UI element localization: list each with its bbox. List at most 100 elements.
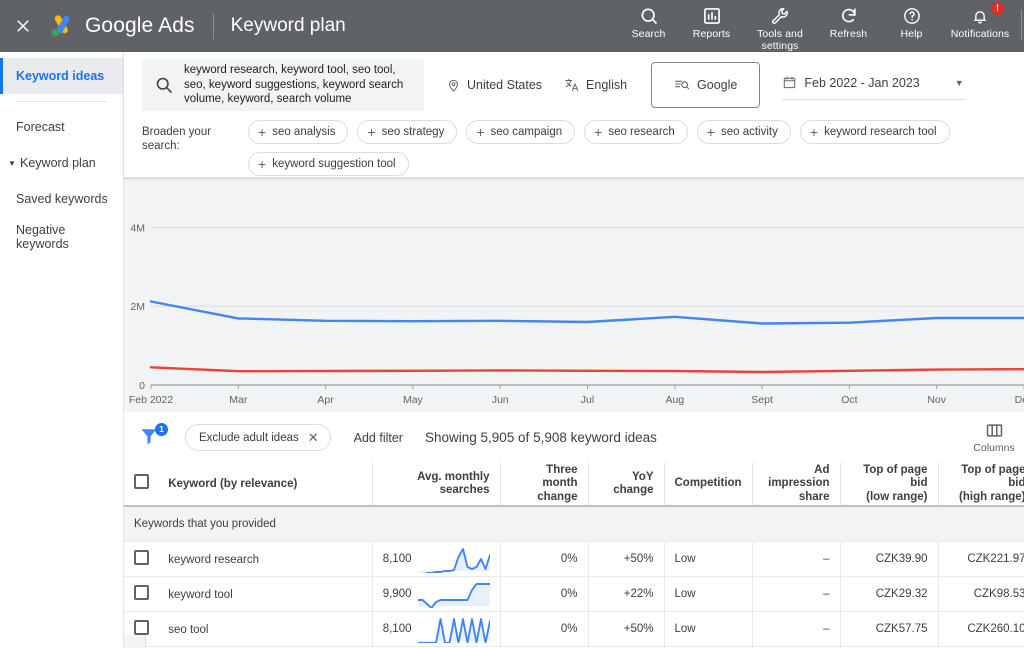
topbar-notifications-label: Notifications bbox=[950, 28, 1010, 40]
exclude-adult-ideas-label: Exclude adult ideas bbox=[199, 431, 299, 444]
table-row[interactable]: seo tool 8,100 0% +50% Low – CZK57.75 CZ… bbox=[124, 611, 1024, 647]
select-all-checkbox[interactable] bbox=[134, 474, 149, 490]
col-yoy-change-label: YoY change bbox=[613, 470, 654, 497]
results-count-text: Showing 5,905 of 5,908 keyword ideas bbox=[424, 430, 657, 445]
table-row[interactable]: keyword tool 9,900 0% +22% Low – CZK29.3… bbox=[124, 576, 1024, 612]
broaden-chip[interactable]: + seo research bbox=[584, 120, 688, 144]
sidebar-item-label: Keyword plan bbox=[20, 156, 96, 170]
add-filter-button[interactable]: Add filter bbox=[354, 431, 403, 445]
sidebar-item-keyword-ideas[interactable]: Keyword ideas bbox=[0, 58, 123, 94]
col-yoy-change[interactable]: YoY change bbox=[588, 463, 665, 507]
col-keyword[interactable]: Keyword (by relevance) bbox=[124, 463, 373, 507]
sidebar-divider bbox=[16, 101, 107, 102]
cell-avg-monthly-searches-value: 8,100 bbox=[382, 552, 412, 565]
cell-ad-impression-share: – bbox=[752, 611, 841, 647]
date-range-selector[interactable]: Feb 2022 - Jan 2023 ▼ bbox=[782, 70, 966, 100]
chevron-down-icon: ▼ bbox=[954, 77, 964, 88]
broaden-chip[interactable]: + seo activity bbox=[696, 120, 791, 144]
topbar-help-button[interactable]: Help bbox=[880, 0, 943, 40]
col-three-month-change-l2: change bbox=[537, 490, 578, 503]
sidebar-item-keyword-plan[interactable]: ▼ Keyword plan bbox=[0, 145, 123, 181]
cell-avg-monthly-searches: 8,100 bbox=[372, 611, 501, 647]
sidebar-item-label: Saved keywords bbox=[16, 192, 108, 206]
google-ads-logo-icon bbox=[51, 15, 70, 37]
sidebar-item-label: Keyword ideas bbox=[16, 69, 105, 83]
row-checkbox[interactable] bbox=[134, 584, 149, 600]
svg-text:May: May bbox=[403, 394, 424, 406]
broaden-chip-label: seo strategy bbox=[381, 126, 445, 138]
row-checkbox[interactable] bbox=[134, 549, 149, 565]
cell-yoy-change: +22% bbox=[588, 576, 665, 612]
sidebar-item-saved-keywords[interactable]: Saved keywords bbox=[0, 181, 123, 217]
col-top-bid-high[interactable]: Top of page bid (high range) bbox=[938, 463, 1024, 507]
topbar-notifications-button[interactable]: ! Notifications bbox=[943, 0, 1017, 40]
cell-top-bid-low: CZK39.90 bbox=[840, 541, 939, 577]
col-top-bid-low-l1: Top of page bid bbox=[863, 463, 928, 490]
notifications-badge: ! bbox=[991, 2, 1004, 15]
wrench-tools-icon bbox=[770, 5, 790, 27]
broaden-chip[interactable]: + seo analysis bbox=[248, 120, 349, 144]
close-icon[interactable]: ✕ bbox=[308, 431, 319, 444]
topbar-search-button[interactable]: Search bbox=[617, 0, 680, 40]
plus-icon: + bbox=[809, 124, 819, 140]
svg-text:Jul: Jul bbox=[581, 394, 594, 406]
cell-three-month-change: 0% bbox=[500, 611, 589, 647]
exclude-adult-ideas-chip[interactable]: Exclude adult ideas ✕ bbox=[185, 424, 331, 451]
row-checkbox[interactable] bbox=[134, 619, 149, 635]
cell-competition: Low bbox=[664, 576, 753, 612]
keywords-input[interactable]: keyword research, keyword tool, seo tool… bbox=[142, 59, 424, 111]
sidebar-item-label-line1: Negative bbox=[16, 223, 66, 237]
chevron-down-icon: ▼ bbox=[8, 158, 16, 168]
topbar-tools-button[interactable]: Tools and settings bbox=[743, 0, 817, 52]
network-value: Google bbox=[697, 78, 738, 92]
location-selector[interactable]: United States bbox=[446, 78, 542, 93]
close-button[interactable] bbox=[0, 0, 46, 52]
columns-button[interactable]: Columns bbox=[966, 421, 1022, 454]
cell-avg-monthly-searches: 9,900 bbox=[372, 576, 501, 612]
col-three-month-change[interactable]: Three month change bbox=[500, 463, 589, 507]
plus-icon: + bbox=[367, 124, 376, 140]
cell-top-bid-high: CZK221.97 bbox=[938, 541, 1024, 577]
sidebar-item-negative-keywords[interactable]: Negative keywords bbox=[0, 217, 123, 257]
cell-keyword-label: seo tool bbox=[168, 623, 209, 636]
bell-icon bbox=[970, 5, 990, 27]
topbar-reports-button[interactable]: Reports bbox=[680, 0, 743, 40]
col-ad-impression-share[interactable]: Ad impression share bbox=[752, 463, 841, 507]
broaden-chip[interactable]: + seo campaign bbox=[466, 120, 576, 144]
col-keyword-label: Keyword (by relevance) bbox=[168, 478, 298, 491]
broaden-chip[interactable]: + seo strategy bbox=[357, 120, 458, 144]
cell-three-month-change: 0% bbox=[500, 576, 589, 612]
topbar-refresh-button[interactable]: Refresh bbox=[817, 0, 880, 40]
broaden-chip-label: keyword suggestion tool bbox=[272, 158, 396, 170]
chart-canvas: 0 2M 4M Feb 2022 Mar Apr May Jun Jul Aug Sept Oct No… bbox=[129, 222, 1024, 406]
col-top-bid-low[interactable]: Top of page bid (low range) bbox=[840, 463, 939, 507]
keywords-input-value: keyword research, keyword tool, seo tool… bbox=[184, 64, 404, 106]
network-selector[interactable]: Google bbox=[651, 62, 761, 108]
refresh-icon bbox=[839, 5, 859, 27]
svg-text:0: 0 bbox=[139, 380, 145, 392]
brand-divider bbox=[212, 13, 214, 39]
col-avg-monthly-searches[interactable]: Avg. monthly searches bbox=[372, 463, 501, 507]
sidebar-item-forecast[interactable]: Forecast bbox=[0, 109, 123, 145]
broaden-chip[interactable]: + keyword research tool bbox=[799, 120, 950, 144]
svg-text:Sept: Sept bbox=[751, 394, 773, 406]
table-header-row: Keyword (by relevance) Avg. monthly sear… bbox=[124, 463, 1024, 507]
table-row[interactable]: keyword research 8,100 0% +50% Low – CZK… bbox=[124, 541, 1024, 577]
plus-icon: + bbox=[594, 124, 603, 140]
cell-keyword-label: keyword research bbox=[168, 553, 259, 566]
filter-button[interactable]: 1 bbox=[138, 422, 168, 451]
col-top-bid-high-l2: (high range) bbox=[959, 490, 1024, 503]
broaden-chip-label: keyword research tool bbox=[824, 126, 937, 138]
col-ad-impression-share-l1: Ad impression bbox=[768, 463, 830, 490]
language-selector[interactable]: English bbox=[564, 77, 627, 93]
keyword-ideas-table-container[interactable]: Keyword (by relevance) Avg. monthly sear… bbox=[124, 463, 1024, 648]
cell-avg-monthly-searches: 8,100 bbox=[372, 541, 501, 577]
col-top-bid-low-l2: (low range) bbox=[866, 490, 928, 503]
horizontal-scrollbar[interactable] bbox=[124, 635, 146, 648]
svg-text:2M: 2M bbox=[130, 301, 145, 313]
col-competition[interactable]: Competition bbox=[664, 463, 753, 507]
language-value: English bbox=[586, 78, 628, 92]
table-toolbar: 1 Exclude adult ideas ✕ Add filter Showi… bbox=[124, 412, 1024, 463]
broaden-chip[interactable]: + keyword suggestion tool bbox=[248, 152, 409, 176]
page-title: Keyword plan bbox=[230, 15, 346, 36]
